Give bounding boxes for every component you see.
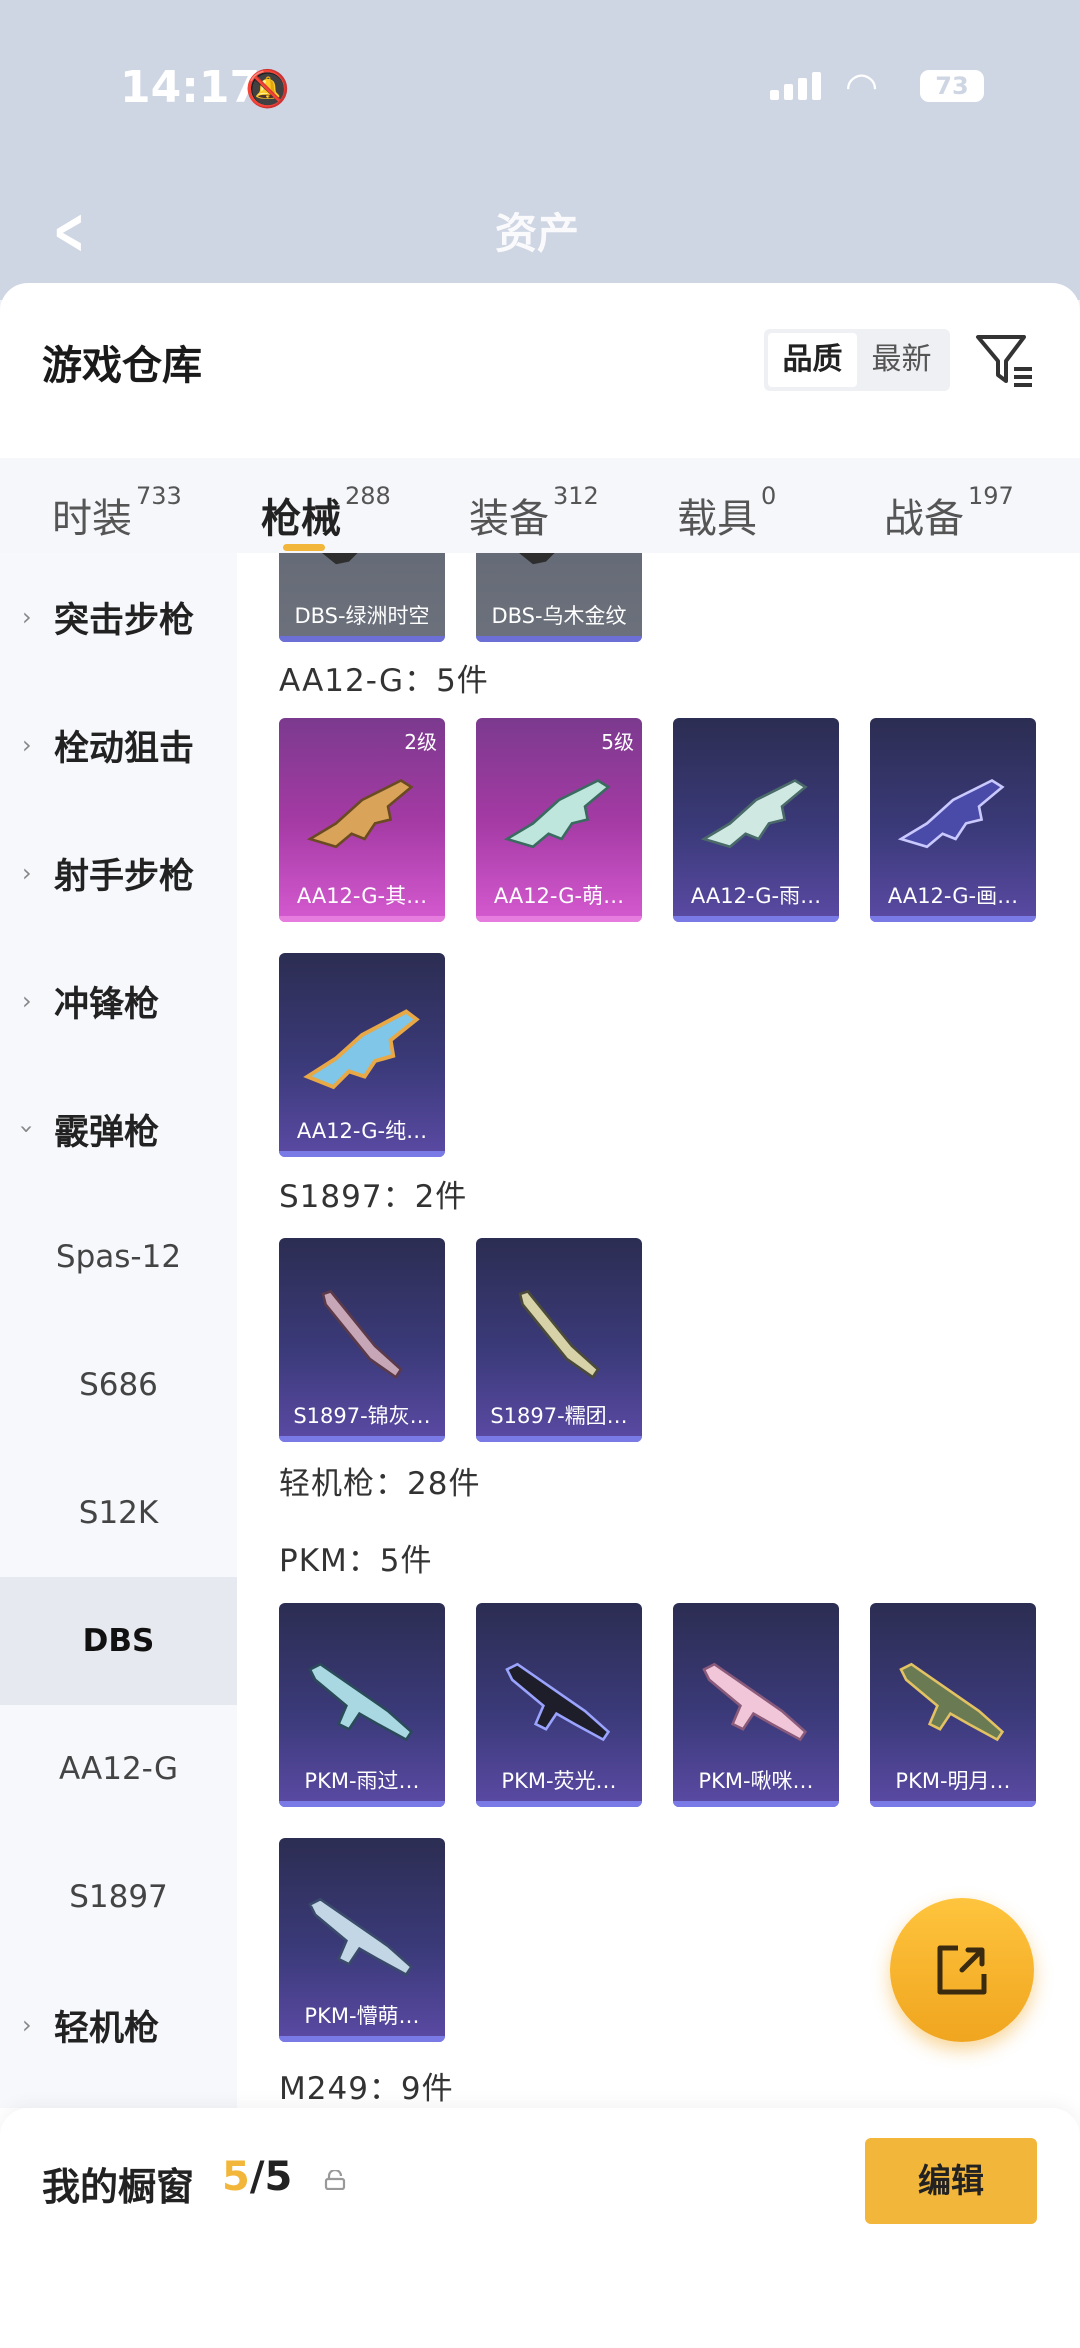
sidebar-item-aa12g[interactable]: AA12-G [0,1705,237,1833]
gun-icon [308,1897,414,1977]
gun-icon [321,1289,403,1380]
wifi-icon: ◠ [845,64,879,108]
tab-weapons[interactable]: 枪械 288 [261,482,391,544]
chevron-right-icon: › [22,987,32,1015]
game-warehouse-sheet: 游戏仓库 品质 最新 时装 733 枪械 288 装备 312 载具 0 战备 197 ›… [0,283,1080,2348]
sidebar-item-bolt-sniper[interactable]: › 栓动狙击 [0,681,237,809]
sort-quality-button[interactable]: 品质 [768,333,857,387]
group-heading-s1897: S1897：2件 [279,1179,468,1215]
gun-icon [322,553,358,565]
edit-button[interactable]: 编辑 [865,2138,1037,2224]
chevron-right-icon: › [22,603,32,631]
weapon-card[interactable]: S1897-糯团… [476,1238,642,1442]
showcase-label: 我的橱窗 [42,2165,195,2209]
sort-toggle: 品质 最新 [764,329,950,391]
weapon-card[interactable]: 5级 AA12-G-萌… [476,718,642,922]
showcase-bar: 我的橱窗 5/5 编辑 [0,2108,1080,2348]
sheet-title: 游戏仓库 [42,343,202,389]
gun-icon [503,779,611,849]
chevron-right-icon: › [22,731,32,759]
tab-supplies[interactable]: 战备 197 [884,482,1014,544]
sort-newest-button[interactable]: 最新 [857,333,946,387]
tab-equipment[interactable]: 装备 312 [469,482,599,544]
weapon-card[interactable]: PKM-啾咪… [673,1603,839,1807]
weapon-card[interactable]: PKM-明月… [870,1603,1036,1807]
weapon-card[interactable]: AA12-G-雨… [673,718,839,922]
chevron-right-icon: › [22,859,32,887]
category-tabs: 时装 733 枪械 288 装备 312 载具 0 战备 197 [0,458,1080,558]
weapon-card[interactable]: DBS-绿洲时空 [279,553,445,642]
group-heading-m249: M249：9件 [279,2071,454,2107]
gun-icon [505,1662,611,1742]
chevron-right-icon: › [22,2011,32,2039]
weapon-card[interactable]: PKM-雨过… [279,1603,445,1807]
gun-icon [702,1662,808,1742]
sidebar-item-s1897[interactable]: S1897 [0,1833,237,1961]
tab-vehicles[interactable]: 载具 0 [677,482,776,544]
sidebar-item-shotgun[interactable]: › 霰弹枪 [0,1065,237,1193]
sidebar-item-dbs[interactable]: DBS [0,1577,237,1705]
filter-icon[interactable] [972,327,1038,393]
background-title: 资产 [495,209,580,258]
group-heading-aa12g: AA12-G：5件 [279,663,489,699]
showcase-count: 5/5 [222,2154,293,2200]
lock-icon [324,2170,346,2190]
battery-indicator: 73 [920,70,984,102]
sidebar-item-spas12[interactable]: Spas-12 [0,1193,237,1321]
weapon-type-sidebar: › 突击步枪 › 栓动狙击 › 射手步枪 › 冲锋枪 › 霰弹枪 Spas-12 S686… [0,553,237,2108]
group-heading-pkm: PKM：5件 [279,1543,433,1579]
sidebar-item-assault-rifle[interactable]: › 突击步枪 [0,553,237,681]
mute-icon: 🔕 [245,69,290,110]
group-heading-lmg: 轻机枪：28件 [279,1466,481,1502]
weapon-card[interactable]: AA12-G-画… [870,718,1036,922]
tab-outfits[interactable]: 时装 733 [52,482,182,544]
status-bar: 14:17 🔕 ◠ 73 [0,50,1080,130]
sidebar-item-lmg[interactable]: › 轻机枪 [0,1961,237,2089]
sidebar-item-s12k[interactable]: S12K [0,1449,237,1577]
gun-icon [308,1662,414,1742]
sidebar-item-smg[interactable]: › 冲锋枪 [0,937,237,1065]
gun-icon [897,779,1005,849]
chevron-down-icon: › [12,1124,41,1134]
weapon-card[interactable]: S1897-锦灰… [279,1238,445,1442]
share-export-button[interactable] [890,1898,1034,2042]
back-arrow-icon[interactable]: < [53,195,85,269]
gun-icon [899,1662,1005,1742]
weapon-card[interactable]: PKM-懵萌… [279,1838,445,2042]
weapon-list: DBS-绿洲时空 DBS-乌木金纹 AA12-G：5件 2级 AA12-G-其…… [237,553,1080,2108]
weapon-card[interactable]: PKM-荧光… [476,1603,642,1807]
gun-icon [519,553,555,565]
active-tab-indicator [283,544,325,551]
gun-icon [303,1009,420,1090]
background-page: 14:17 🔕 ◠ 73 < 资产 [0,0,1080,300]
share-export-icon [937,1945,987,1995]
gun-icon [700,779,808,849]
weapon-card[interactable]: DBS-乌木金纹 [476,553,642,642]
status-time: 14:17 [120,62,261,113]
sidebar-item-marksman-rifle[interactable]: › 射手步枪 [0,809,237,937]
gun-icon [518,1289,600,1380]
weapon-card[interactable]: 2级 AA12-G-其… [279,718,445,922]
signal-icon [770,72,821,100]
gun-icon [306,779,414,849]
sidebar-item-s686[interactable]: S686 [0,1321,237,1449]
weapon-card[interactable]: AA12-G-纯… [279,953,445,1157]
